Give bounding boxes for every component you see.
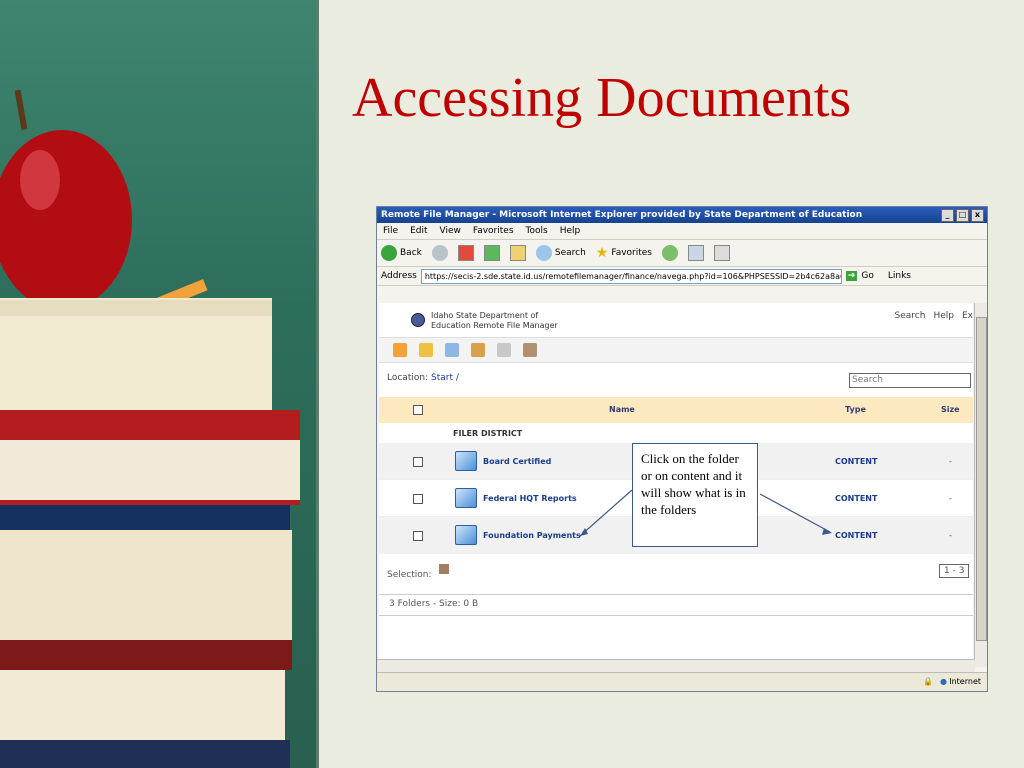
refresh-icon[interactable]	[483, 245, 500, 261]
row-checkbox[interactable]	[413, 531, 423, 541]
location-label: Location:	[387, 373, 429, 383]
links-label[interactable]: Links	[888, 271, 911, 281]
mail-icon[interactable]	[688, 245, 704, 261]
maximize-button[interactable]: □	[956, 209, 969, 222]
column-name[interactable]: Name	[609, 405, 635, 414]
slide-title: Accessing Documents	[352, 67, 852, 129]
home-icon[interactable]	[509, 245, 526, 261]
menu-bar: File Edit View Favorites Tools Help	[377, 223, 987, 240]
folder-icon[interactable]	[455, 488, 477, 508]
header-link-search[interactable]: Search	[895, 311, 926, 321]
rfm-toolbar	[379, 338, 973, 363]
summary-row: 3 Folders - Size: 0 B	[379, 595, 973, 616]
group-label: FILER DISTRICT	[453, 429, 523, 438]
go-button[interactable]: Go	[861, 271, 873, 281]
browser-toolbar: Back Search ★ Favorites	[377, 240, 987, 267]
status-zone: Internet	[949, 677, 981, 686]
star-icon: ★	[595, 245, 609, 261]
forward-arrow-icon[interactable]	[431, 245, 448, 261]
back-arrow-icon	[381, 245, 397, 261]
vertical-scrollbar[interactable]	[974, 303, 987, 667]
favorites-button[interactable]: ★ Favorites	[596, 245, 652, 261]
column-size[interactable]: Size	[941, 405, 960, 414]
location-row: Location: Start / Search	[379, 363, 973, 397]
row-name[interactable]: Foundation Payments	[483, 531, 581, 540]
horizontal-scrollbar[interactable]	[377, 659, 975, 672]
address-bar: Address https://secis-2.sde.state.id.us/…	[377, 267, 987, 286]
pager-select[interactable]: 1 - 3	[939, 564, 970, 578]
org-line-1: Idaho State Department of	[431, 311, 539, 320]
menu-file[interactable]: File	[383, 223, 398, 239]
stop-icon[interactable]	[457, 245, 474, 261]
row-checkbox[interactable]	[413, 457, 423, 467]
selection-row: Selection: 1 - 3	[379, 554, 973, 595]
window-controls: _ □ x	[941, 209, 984, 222]
row-size: -	[949, 494, 952, 503]
row-type[interactable]: CONTENT	[835, 494, 877, 503]
row-type[interactable]: CONTENT	[835, 457, 877, 466]
row-checkbox[interactable]	[413, 494, 423, 504]
lock-icon: 🔒	[923, 677, 933, 686]
group-row: FILER DISTRICT	[379, 423, 973, 443]
folder-icon[interactable]	[455, 451, 477, 471]
selection-action-icon[interactable]	[439, 564, 449, 574]
books-illustration	[0, 89, 300, 768]
folder-icon[interactable]	[455, 525, 477, 545]
menu-view[interactable]: View	[440, 223, 461, 239]
close-button[interactable]: x	[971, 209, 984, 222]
apple-books-photo	[0, 0, 316, 768]
menu-favorites[interactable]: Favorites	[473, 223, 514, 239]
history-icon[interactable]	[662, 245, 678, 261]
rfm-org-name: Idaho State Department of Education Remo…	[431, 311, 558, 331]
scroll-thumb[interactable]	[976, 317, 987, 641]
upload-icon[interactable]	[445, 343, 459, 357]
move-icon[interactable]	[471, 343, 485, 357]
slide-divider	[316, 0, 319, 768]
table-header: Name Type Size	[379, 397, 973, 423]
row-size: -	[949, 531, 952, 540]
print-icon[interactable]	[714, 245, 730, 261]
address-label: Address	[381, 271, 417, 281]
address-input[interactable]: https://secis-2.sde.state.id.us/remotefi…	[420, 268, 842, 284]
menu-edit[interactable]: Edit	[410, 223, 427, 239]
location-breadcrumb[interactable]: Start /	[431, 373, 459, 383]
browser-titlebar: Remote File Manager - Microsoft Internet…	[377, 207, 987, 223]
browser-title: Remote File Manager - Microsoft Internet…	[381, 210, 863, 220]
view-icon[interactable]	[497, 343, 511, 357]
callout-box: Click on the folder or on content and it…	[632, 443, 758, 547]
menu-help[interactable]: Help	[560, 223, 581, 239]
row-type[interactable]: CONTENT	[835, 531, 877, 540]
folder-summary: 3 Folders - Size: 0 B	[389, 599, 479, 609]
header-link-exit[interactable]: Ex	[962, 311, 973, 321]
org-line-2: Education Remote File Manager	[431, 321, 558, 330]
new-folder-icon[interactable]	[419, 343, 433, 357]
back-label: Back	[400, 248, 422, 258]
go-arrow-icon: ➔	[845, 271, 858, 281]
user-icon[interactable]	[523, 343, 537, 357]
magnifier-icon	[535, 245, 552, 261]
row-name[interactable]: Federal HQT Reports	[483, 494, 577, 503]
row-size: -	[949, 457, 952, 466]
status-bar: 🔒 ● Internet	[377, 672, 987, 691]
search-label: Search	[554, 248, 586, 258]
rfm-header: Idaho State Department of Education Remo…	[379, 303, 973, 338]
favorites-label: Favorites	[611, 248, 652, 258]
select-all-checkbox[interactable]	[413, 405, 423, 415]
up-folder-icon[interactable]	[393, 343, 407, 357]
back-button[interactable]: Back	[381, 245, 422, 261]
column-type[interactable]: Type	[845, 405, 866, 414]
row-name[interactable]: Board Certified	[483, 457, 551, 466]
menu-tools[interactable]: Tools	[526, 223, 548, 239]
search-button[interactable]: Search	[535, 245, 586, 261]
search-input[interactable]: Search	[849, 373, 971, 388]
minimize-button[interactable]: _	[941, 209, 954, 222]
header-link-help[interactable]: Help	[933, 311, 954, 321]
header-links: Search Help Ex	[895, 311, 973, 321]
selection-label: Selection:	[387, 570, 432, 580]
sde-logo-icon	[411, 313, 425, 327]
globe-icon: ●	[940, 677, 947, 686]
